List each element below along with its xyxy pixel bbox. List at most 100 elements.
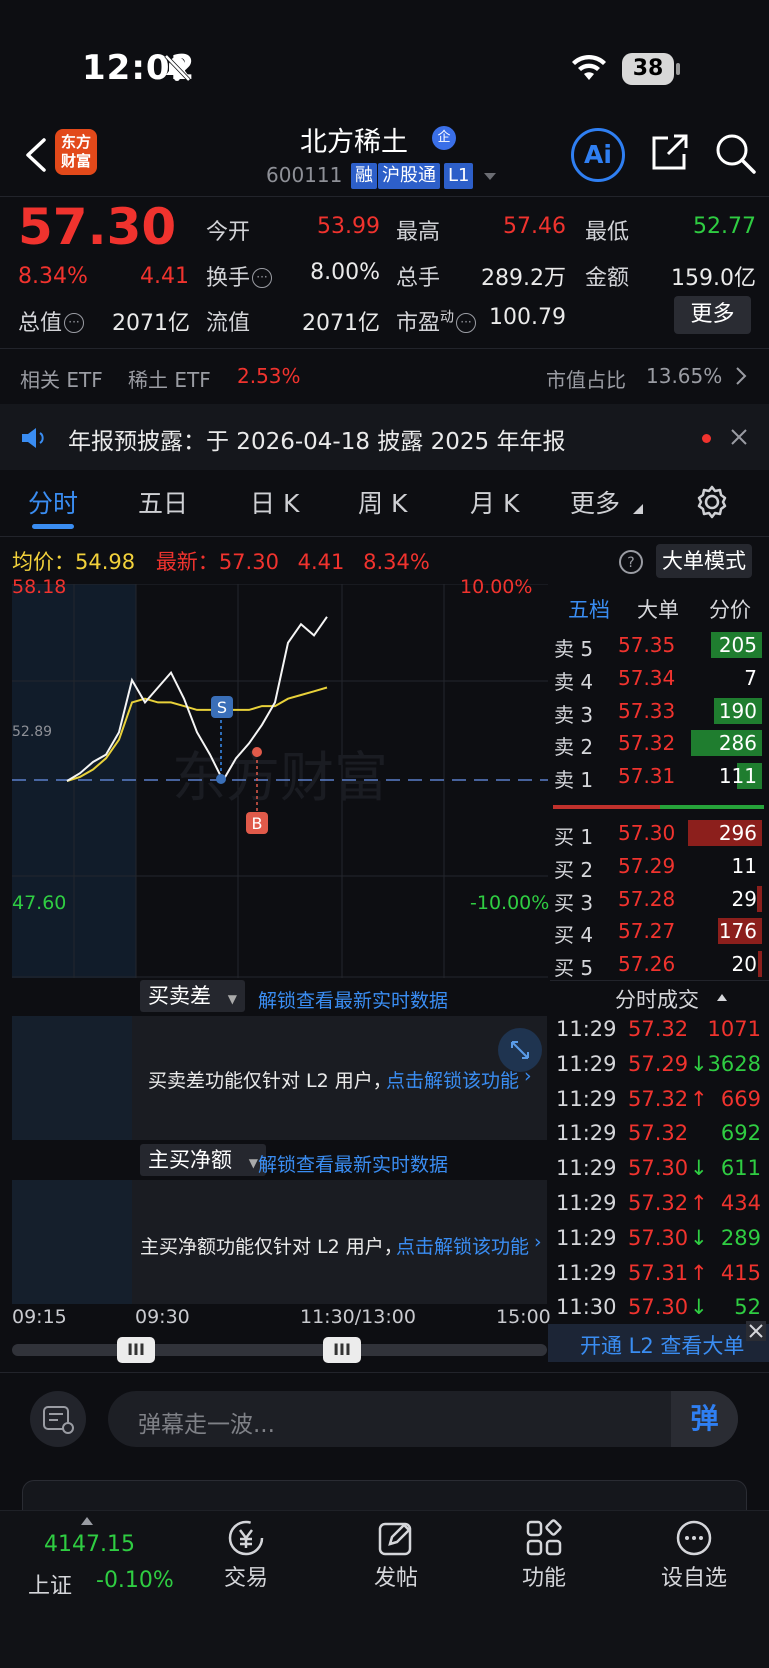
settings-gear-icon[interactable] [694,484,730,520]
bid-row-2[interactable]: 买 2 57.29 11 [550,851,765,883]
share-icon[interactable] [648,130,692,174]
etf-change: 2.53% [237,364,301,388]
ask-row-2[interactable]: 卖 4 57.34 7 [550,663,765,695]
hk-connect-tag: 沪股通 [378,163,440,189]
ask-row-4[interactable]: 卖 2 57.32 286 [550,728,765,760]
trade-time: 11:29 [556,1086,617,1111]
triangle-down-icon: ▼ [227,992,237,1006]
book-tab-five[interactable]: 五档 [568,594,610,624]
big-order-mode-button[interactable]: 大单模式 [656,544,752,578]
change-amount: 4.41 [140,264,189,289]
book-price: 57.26 [618,952,676,977]
index-name[interactable]: 上证 [28,1568,72,1600]
trade-row: 11:29 57.32 ↑ 434 [550,1188,765,1222]
trade-price: 57.30 [628,1156,689,1181]
bid-row-5[interactable]: 买 5 57.26 20 [550,949,765,981]
spread-bar-red [553,805,660,809]
slider-handle-left[interactable]: III [117,1337,155,1363]
amount-value: 159.0亿 [671,266,756,291]
ask-row-3[interactable]: 卖 3 57.33 190 [550,696,765,728]
avg-label: 均价： [12,550,75,574]
nav-add-watchlist[interactable]: 设自选 [644,1560,744,1592]
ask-row-1[interactable]: 卖 5 57.35 205 [550,630,765,662]
nav-functions[interactable]: 功能 [494,1560,594,1592]
buy-marker-label: B [252,814,263,833]
panel1-selector[interactable]: 买卖差 ▼ [140,980,245,1012]
book-tab-big[interactable]: 大单 [637,594,679,624]
panel2-unlock-hint[interactable]: 解锁查看最新实时数据 [258,1150,448,1177]
panel2-body: 主买净额功能仅针对 L2 用户， 点击解锁该功能 › [12,1180,547,1304]
info-icon[interactable]: ··· [252,268,273,288]
trade-time: 11:29 [556,1017,617,1041]
back-arrow-icon[interactable] [18,130,58,180]
y-top-pct: 10.00% [460,576,533,598]
nav-trade[interactable]: 交易 [196,1560,296,1592]
pe-label: 市盈动 ··· [396,305,477,337]
turnover-label: 换手 ··· [206,260,273,292]
danmaku-send-button[interactable]: 弹 [671,1391,738,1447]
trade-direction: ↑ [690,1260,708,1285]
volume-bar [757,885,762,912]
tab-more[interactable]: 更多 [570,484,620,520]
post-edit-icon[interactable] [376,1518,416,1558]
expand-icon[interactable] [498,1028,542,1072]
book-tab-price[interactable]: 分价 [709,594,751,624]
functions-grid-icon[interactable] [524,1518,564,1558]
tab-intraday[interactable]: 分时 [28,484,78,520]
nav-post[interactable]: 发帖 [346,1560,446,1592]
intraday-chart[interactable]: 东方财富 S B 58.18 47.60 52.89 10.00% -10.00… [12,576,550,978]
close-icon[interactable] [746,1321,766,1341]
index-value[interactable]: 4147.15 [44,1532,135,1557]
pe-sup: 动 [440,309,455,326]
avg-value: 54.98 [75,550,136,574]
bid-row-3[interactable]: 买 3 57.28 29 [550,884,765,916]
ask-row-5[interactable]: 卖 1 57.31 111 [550,761,765,793]
more-dots-icon[interactable] [674,1518,714,1558]
etf-row[interactable]: 相关 ETF 稀土 ETF 2.53% 市值占比 13.65% [0,350,769,400]
time-range-slider[interactable] [12,1344,547,1356]
tab-week-k[interactable]: 周 K [358,484,407,520]
book-price: 57.27 [618,919,676,944]
tab-month-k[interactable]: 月 K [470,484,519,520]
logo-line2: 财富 [60,152,91,170]
trade-yen-icon[interactable] [226,1518,266,1558]
trade-time: 11:29 [556,1156,617,1181]
search-icon[interactable] [712,130,758,176]
slider-handle-right[interactable]: III [323,1337,361,1363]
danmaku-settings-button[interactable] [30,1391,86,1447]
trade-time: 11:30 [556,1295,617,1320]
danmaku-input[interactable]: 弹幕走一波... [108,1391,738,1447]
trade-row: 11:29 57.30 ↓ 611 [550,1153,765,1187]
tab-five-day[interactable]: 五日 [138,484,188,520]
latest-change: 4.41 [297,550,345,574]
bid-row-1[interactable]: 买 1 57.30 296 [550,818,765,850]
trade-price: 57.32 [628,1086,689,1111]
info-icon[interactable]: ··· [64,313,85,333]
help-icon[interactable]: ? [618,549,644,575]
panel2-selector[interactable]: 主买净额 ▼ [140,1144,266,1176]
stock-name: 北方稀土 [300,127,408,158]
notice-bar[interactable]: 年报预披露：于 2026-04-18 披露 2025 年年报 [0,404,769,470]
info-icon[interactable]: ··· [456,313,477,333]
trade-volume: 52 [734,1295,761,1320]
close-icon[interactable] [730,428,748,446]
dropdown-icon[interactable] [482,171,498,183]
tab-day-k[interactable]: 日 K [250,484,299,520]
battery-indicator: 38 [622,53,674,85]
unread-dot [702,434,711,443]
y-bottom-pct: -10.00% [470,892,550,914]
ai-button[interactable]: Ai [571,128,625,182]
bid-row-4[interactable]: 买 4 57.27 176 [550,916,765,948]
danmaku-placeholder: 弹幕走一波... [138,1412,275,1438]
trade-row: 11:29 57.31 ↑ 415 [550,1258,765,1292]
l2-banner[interactable]: 开通 L2 查看大单 [548,1321,769,1362]
index-change[interactable]: -0.10% [96,1568,174,1593]
trade-volume: 611 [720,1156,761,1181]
caret-up-icon[interactable] [716,993,728,1003]
book-label: 卖 3 [554,702,594,727]
more-button[interactable]: 更多 [674,296,751,334]
float-value: 2071亿 [302,311,380,336]
panel1-unlock-hint[interactable]: 解锁查看最新实时数据 [258,986,448,1013]
panel2-unlock-link[interactable]: 点击解锁该功能 [396,1232,529,1259]
triangle-down-icon: ▼ [248,1156,258,1170]
